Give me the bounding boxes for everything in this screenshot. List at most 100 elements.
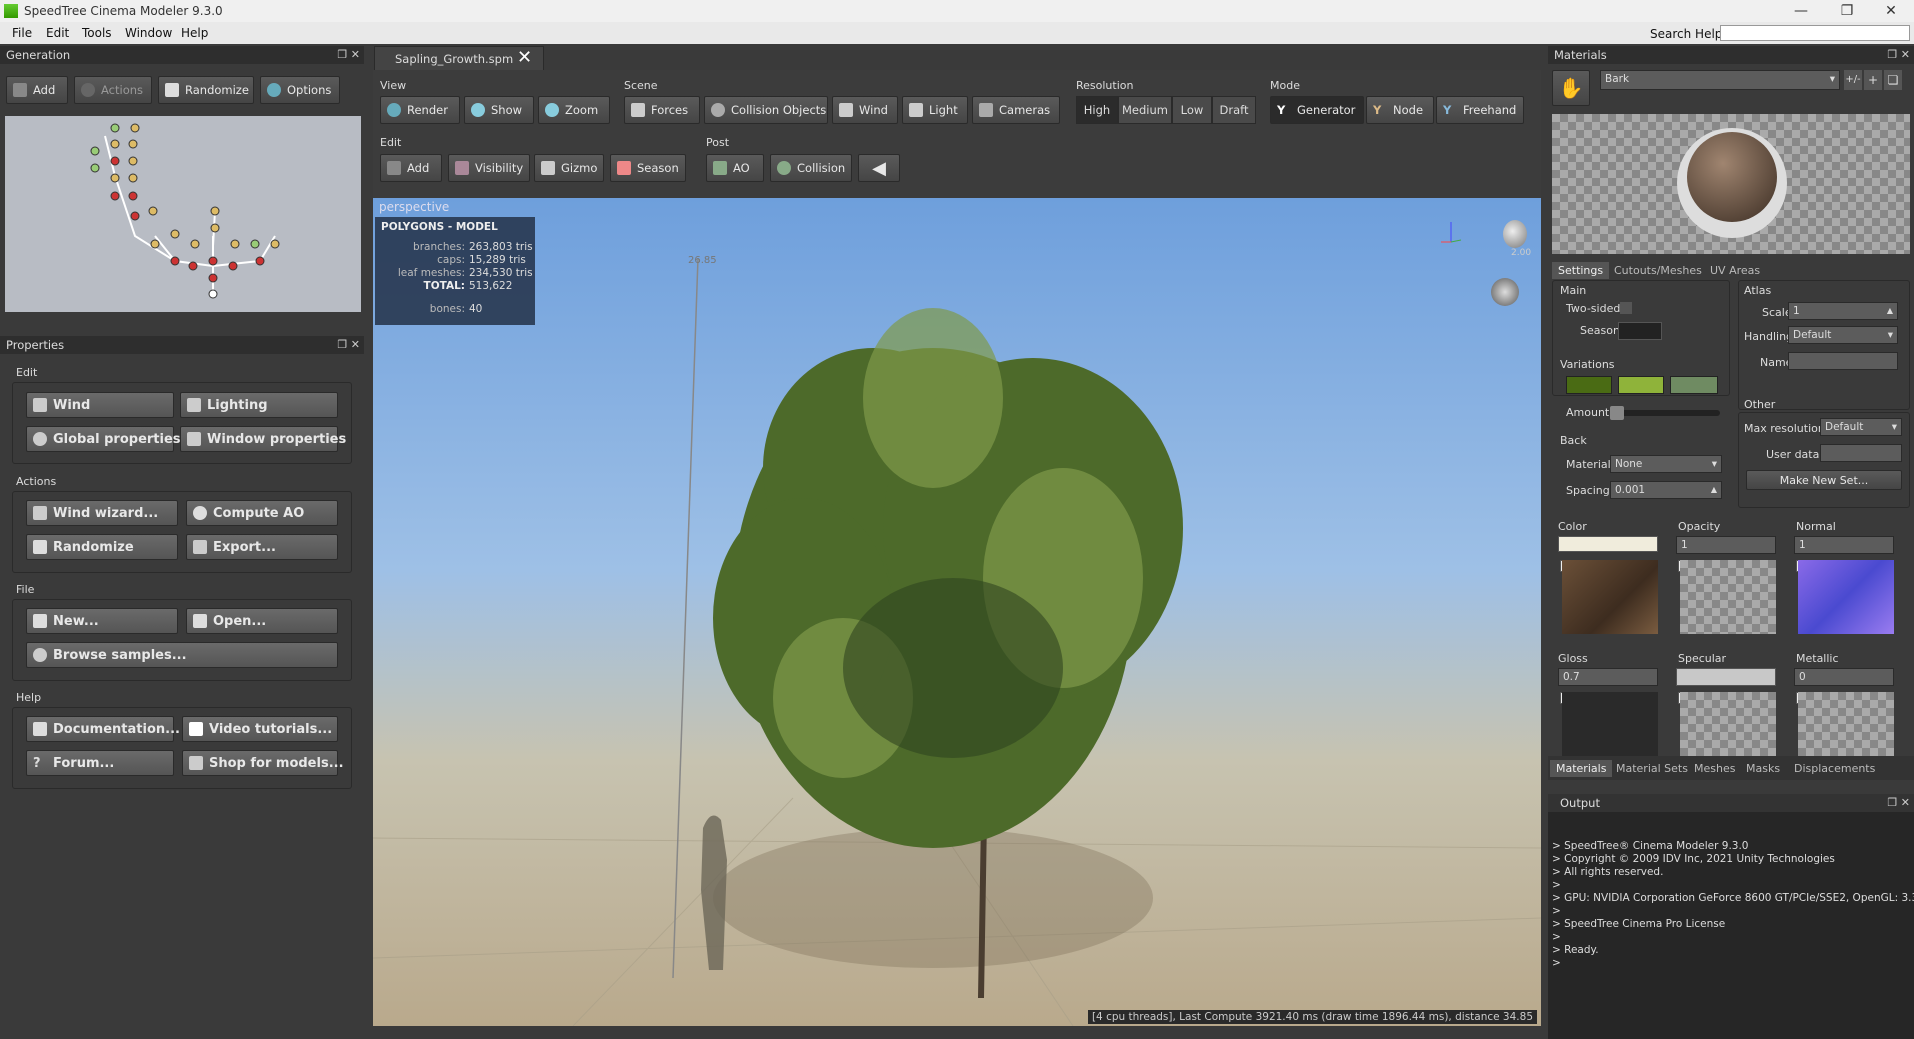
forces-button[interactable]: Forces [624, 96, 700, 124]
scene-wind-button[interactable]: Wind [832, 96, 898, 124]
name-input[interactable] [1788, 352, 1898, 370]
mode-freehand-button[interactable]: Y Freehand [1436, 96, 1524, 124]
copy-icon[interactable]: ❏ [1884, 70, 1902, 90]
tab-displacements[interactable]: Displacements [1788, 760, 1881, 777]
season-button[interactable]: Season [610, 154, 686, 182]
panel-controls-icon[interactable]: ❐ ✕ [337, 336, 360, 354]
gizmo-button[interactable]: Gizmo [534, 154, 604, 182]
light-direction-icon[interactable] [1503, 220, 1527, 248]
resolution-draft[interactable]: Draft [1212, 96, 1256, 124]
edit-add-button[interactable]: Add [380, 154, 442, 182]
panel-controls-icon[interactable]: ❐ ✕ [1887, 794, 1910, 812]
gloss-map-thumbnail[interactable] [1562, 692, 1658, 764]
global-properties-button[interactable]: Global properties [26, 426, 181, 452]
axis-gizmo-icon[interactable] [1439, 220, 1463, 244]
resolution-medium[interactable]: Medium [1118, 96, 1172, 124]
two-sided-checkbox[interactable] [1620, 302, 1632, 314]
panel-controls-icon[interactable]: ❐ ✕ [1887, 46, 1910, 64]
menu-file[interactable]: File [12, 26, 32, 40]
handling-select[interactable]: Default ▾ [1788, 326, 1898, 344]
document-tab[interactable]: Sapling_Growth.spm ✕ [374, 46, 544, 70]
material-preview[interactable] [1552, 114, 1910, 254]
hand-tool-button[interactable]: ✋ [1552, 70, 1590, 106]
new-file-button[interactable]: New... [26, 608, 178, 634]
opacity-input[interactable]: 1 [1676, 536, 1776, 554]
close-window-icon[interactable]: ✕ [1868, 1, 1914, 21]
wind-direction-icon[interactable] [1491, 278, 1519, 306]
normal-input[interactable]: 1 [1794, 536, 1894, 554]
export-button[interactable]: Export... [186, 534, 338, 560]
generator-node-graph[interactable] [5, 116, 361, 312]
compute-ao-button[interactable]: Compute AO [186, 500, 338, 526]
zoom-button[interactable]: Zoom [538, 96, 610, 124]
visibility-button[interactable]: Visibility [448, 154, 530, 182]
spacing-input[interactable]: 0.001 ▲ [1610, 481, 1722, 499]
wind-wizard-button[interactable]: Wind wizard... [26, 500, 178, 526]
video-tutorials-button[interactable]: Video tutorials... [182, 716, 338, 742]
user-data-input[interactable] [1820, 444, 1902, 462]
amount-slider[interactable] [1610, 406, 1720, 420]
light-button[interactable]: Light [902, 96, 968, 124]
specular-swatch[interactable] [1676, 668, 1776, 686]
show-button[interactable]: Show [464, 96, 534, 124]
close-tab-icon[interactable]: ✕ [517, 47, 532, 68]
mode-node-button[interactable]: Y Node [1366, 96, 1434, 124]
menu-help[interactable]: Help [181, 26, 208, 40]
maximize-icon[interactable]: ❐ [1824, 1, 1870, 21]
max-resolution-select[interactable]: Default ▾ [1820, 418, 1902, 436]
season-color-swatch[interactable] [1618, 322, 1662, 340]
tree-render[interactable] [372, 198, 1542, 1027]
gen-options-button[interactable]: Options [260, 76, 340, 104]
wind-button[interactable]: Wind [26, 392, 174, 418]
scale-input[interactable]: 1 ▲ [1788, 302, 1898, 320]
post-ao-button[interactable]: AO [706, 154, 764, 182]
color-map-thumbnail[interactable] [1562, 560, 1658, 634]
menu-tools[interactable]: Tools [82, 26, 112, 40]
metallic-map-thumbnail[interactable] [1798, 692, 1894, 764]
forum-button[interactable]: ? Forum... [26, 750, 174, 776]
spinner-icon[interactable]: ▲ [1887, 303, 1893, 319]
documentation-button[interactable]: Documentation... [26, 716, 180, 742]
window-properties-button[interactable]: Window properties [180, 426, 346, 452]
search-help-input[interactable] [1720, 25, 1910, 41]
variation-swatch-1[interactable] [1566, 376, 1612, 394]
gen-randomize-button[interactable]: Randomize [158, 76, 254, 104]
mode-generator-button[interactable]: Y Generator [1270, 96, 1364, 124]
menu-edit[interactable]: Edit [46, 26, 69, 40]
tab-material-sets[interactable]: Material Sets [1610, 760, 1694, 777]
tab-masks[interactable]: Masks [1740, 760, 1786, 777]
open-file-button[interactable]: Open... [186, 608, 338, 634]
lighting-button[interactable]: Lighting [180, 392, 338, 418]
spinner-icon[interactable]: ▲ [1711, 482, 1717, 498]
make-new-set-button[interactable]: Make New Set... [1746, 470, 1902, 490]
variation-swatch-3[interactable] [1670, 376, 1718, 394]
shop-models-button[interactable]: Shop for models... [182, 750, 344, 776]
opacity-map-thumbnail[interactable] [1680, 560, 1776, 634]
render-button[interactable]: Render [380, 96, 460, 124]
resolution-low[interactable]: Low [1172, 96, 1212, 124]
color-swatch[interactable] [1558, 536, 1658, 552]
tab-uv-areas[interactable]: UV Areas [1704, 262, 1766, 279]
specular-map-thumbnail[interactable] [1680, 692, 1776, 764]
minimize-icon[interactable]: — [1778, 1, 1824, 21]
tab-meshes[interactable]: Meshes [1688, 760, 1741, 777]
back-arrow-button[interactable]: ◀ [858, 154, 900, 182]
normal-map-thumbnail[interactable] [1798, 560, 1894, 634]
tab-cutouts-meshes[interactable]: Cutouts/Meshes [1608, 262, 1708, 279]
panel-controls-icon[interactable]: ❐ ✕ [337, 46, 360, 64]
back-material-select[interactable]: None ▾ [1610, 455, 1722, 473]
tab-materials[interactable]: Materials [1550, 760, 1613, 777]
resolution-high[interactable]: High [1076, 96, 1118, 124]
post-collision-button[interactable]: Collision [770, 154, 852, 182]
new-material-icon[interactable]: + [1864, 70, 1882, 90]
gloss-input[interactable]: 0.7 [1558, 668, 1658, 686]
add-remove-icon[interactable]: +/- [1844, 70, 1862, 90]
metallic-input[interactable]: 0 [1794, 668, 1894, 686]
collision-objects-button[interactable]: Collision Objects [704, 96, 828, 124]
randomize-button[interactable]: Randomize [26, 534, 178, 560]
gen-actions-button[interactable]: Actions [74, 76, 152, 104]
material-select[interactable]: Bark ▾ [1600, 70, 1840, 90]
menu-window[interactable]: Window [125, 26, 172, 40]
generation-graph[interactable] [5, 116, 361, 312]
variation-swatch-2[interactable] [1618, 376, 1664, 394]
